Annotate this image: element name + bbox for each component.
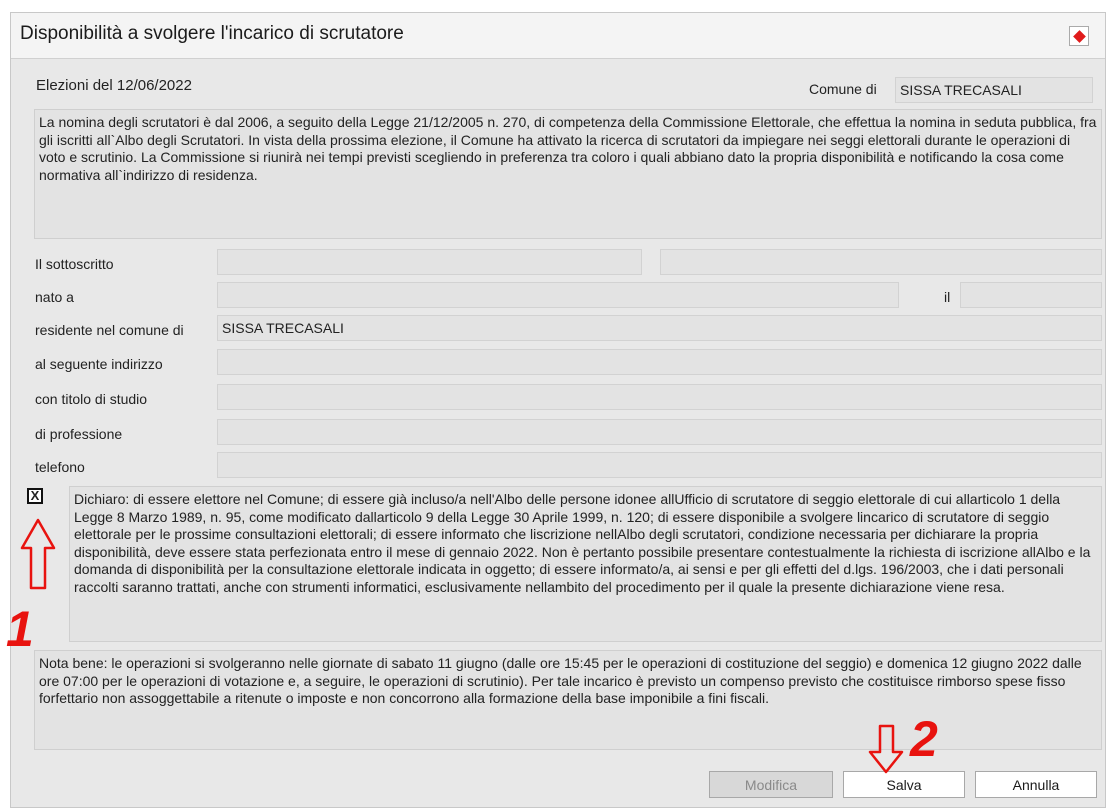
annotation-step-2: 2: [910, 711, 938, 767]
annotation-layer: [20, 518, 904, 774]
annotation-step-1: 1: [6, 601, 34, 657]
annotation-down-arrow-icon: [868, 724, 904, 774]
annotation-up-arrow-icon: [20, 518, 56, 590]
